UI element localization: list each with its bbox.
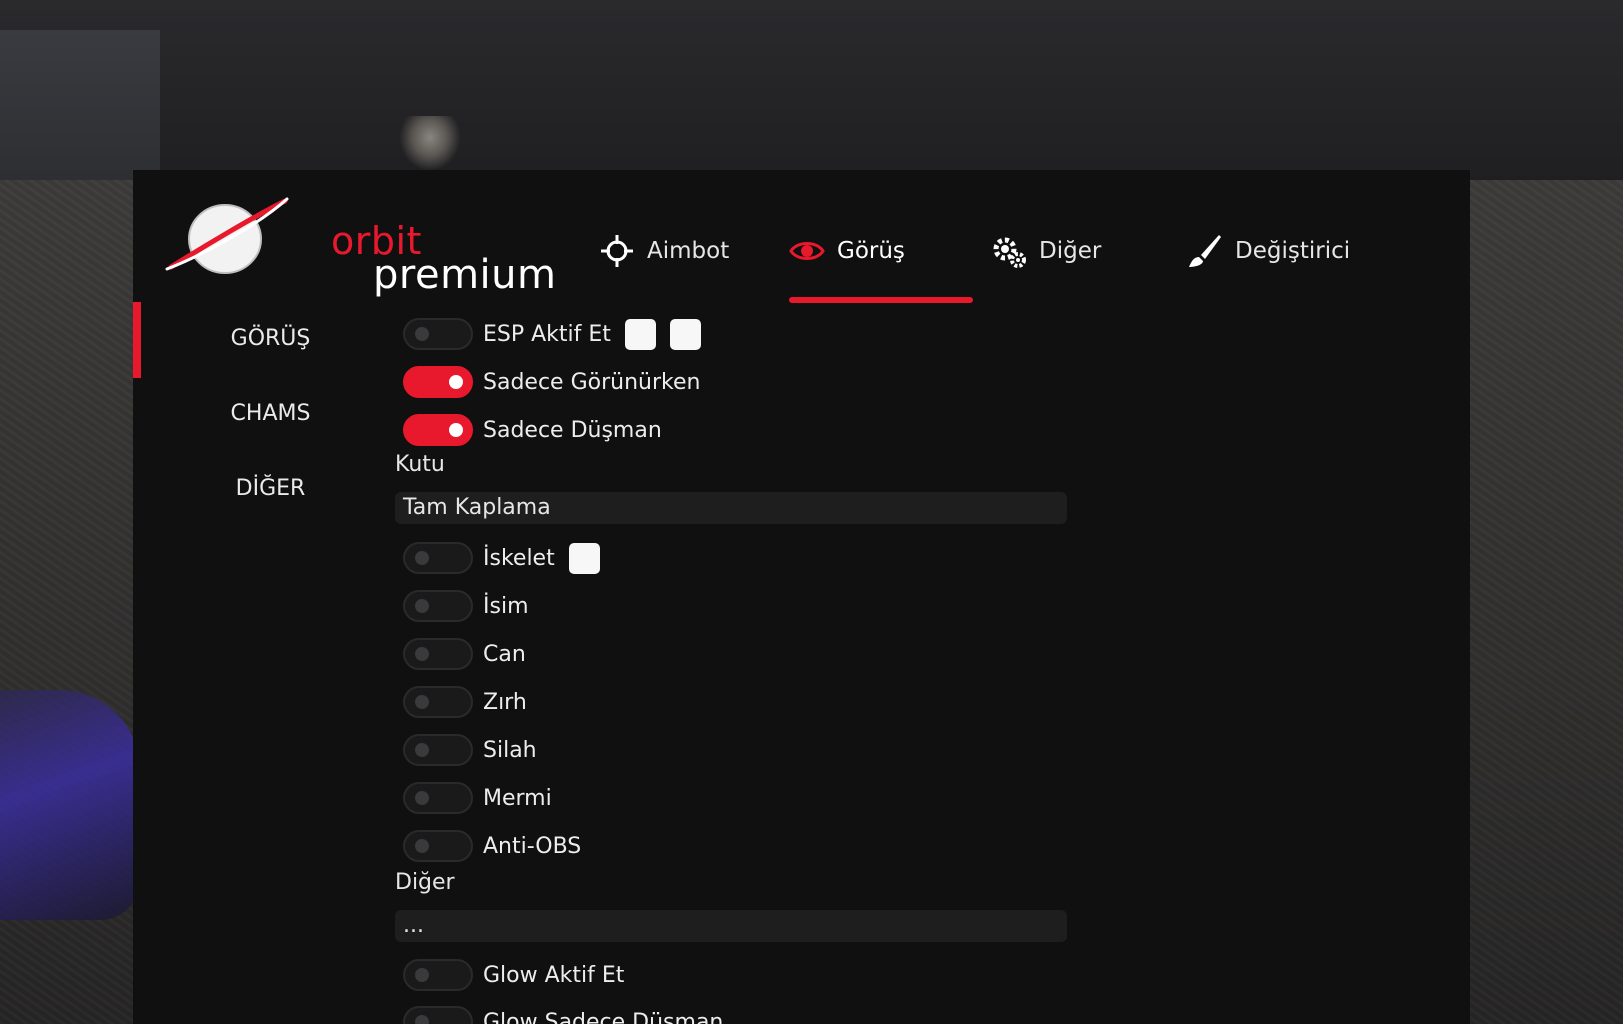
cheat-menu-panel: orbit premium Aimbot Görüş Diğer Değişti…: [133, 170, 1470, 1024]
sidebar-item-diger[interactable]: DİĞER: [133, 476, 408, 501]
box-style-select[interactable]: Tam Kaplama: [395, 492, 1067, 524]
esp-enable-toggle[interactable]: [403, 318, 473, 350]
crosshair-icon: [601, 235, 633, 267]
esp-color-swatch-2[interactable]: [669, 318, 701, 350]
background-player: [400, 116, 460, 170]
anti-obs-toggle[interactable]: [403, 830, 473, 862]
ammo-row: Mermi: [395, 778, 552, 818]
sidebar-item-chams[interactable]: CHAMS: [133, 401, 408, 426]
only-visible-row: Sadece Görünürken: [395, 362, 700, 402]
ammo-label: Mermi: [483, 785, 552, 811]
skeleton-row: İskelet: [395, 538, 600, 578]
brand-logo: orbit premium: [163, 195, 556, 297]
tab-diger[interactable]: Diğer: [991, 220, 1101, 282]
brand-premium: premium: [373, 252, 557, 298]
skeleton-color-swatch[interactable]: [568, 542, 600, 574]
glow-enable-toggle[interactable]: [403, 959, 473, 991]
only-enemy-row: Sadece Düşman: [395, 410, 662, 450]
armor-toggle[interactable]: [403, 686, 473, 718]
esp-enable-label: ESP Aktif Et: [483, 321, 611, 347]
sidebar: GÖRÜŞ CHAMS DİĞER: [133, 302, 373, 1024]
glow-enable-row: Glow Aktif Et: [395, 955, 624, 995]
health-label: Can: [483, 641, 526, 667]
skeleton-label: İskelet: [483, 545, 555, 571]
name-row: İsim: [395, 586, 529, 626]
glow-enable-label: Glow Aktif Et: [483, 962, 625, 988]
armor-label: Zırh: [483, 689, 527, 715]
other-select[interactable]: ...: [395, 910, 1067, 942]
planet-logo-icon: [165, 197, 289, 274]
anti-obs-row: Anti-OBS: [395, 826, 581, 866]
glow-only-enemy-toggle[interactable]: [403, 1006, 473, 1024]
tab-degistirici-label: Değiştirici: [1235, 238, 1351, 264]
tab-diger-label: Diğer: [1039, 238, 1102, 264]
only-visible-toggle[interactable]: [403, 366, 473, 398]
health-row: Can: [395, 634, 526, 674]
weapon-label: Silah: [483, 737, 537, 763]
name-label: İsim: [483, 593, 529, 619]
skeleton-toggle[interactable]: [403, 542, 473, 574]
armor-row: Zırh: [395, 682, 527, 722]
only-enemy-label: Sadece Düşman: [483, 417, 662, 443]
box-section-label: Kutu: [395, 452, 445, 477]
settings-content: ESP Aktif Et Sadece Görünürken Sadece Dü…: [395, 302, 1465, 1024]
weapon-row: Silah: [395, 730, 537, 770]
tab-degistirici[interactable]: Değiştirici: [1187, 220, 1350, 282]
glow-only-enemy-row: Glow Sadece Düşman: [395, 1002, 723, 1024]
paintbrush-icon: [1189, 235, 1221, 267]
tab-aimbot-label: Aimbot: [647, 238, 730, 264]
name-toggle[interactable]: [403, 590, 473, 622]
ammo-toggle[interactable]: [403, 782, 473, 814]
health-toggle[interactable]: [403, 638, 473, 670]
glow-only-enemy-label: Glow Sadece Düşman: [483, 1009, 724, 1024]
anti-obs-label: Anti-OBS: [483, 833, 582, 859]
other-section-label: Diğer: [395, 870, 455, 895]
tab-gorus[interactable]: Görüş: [789, 220, 905, 282]
tab-gorus-label: Görüş: [837, 238, 905, 264]
tab-aimbot[interactable]: Aimbot: [599, 220, 729, 282]
eye-icon: [789, 242, 825, 260]
only-visible-label: Sadece Görünürken: [483, 369, 701, 395]
sidebar-item-gorus[interactable]: GÖRÜŞ: [133, 326, 408, 351]
weapon-toggle[interactable]: [403, 734, 473, 766]
esp-enable-row: ESP Aktif Et: [395, 314, 701, 354]
gears-icon: [993, 237, 1026, 268]
background-car: [0, 690, 140, 920]
only-enemy-toggle[interactable]: [403, 414, 473, 446]
esp-color-swatch-1[interactable]: [624, 318, 656, 350]
